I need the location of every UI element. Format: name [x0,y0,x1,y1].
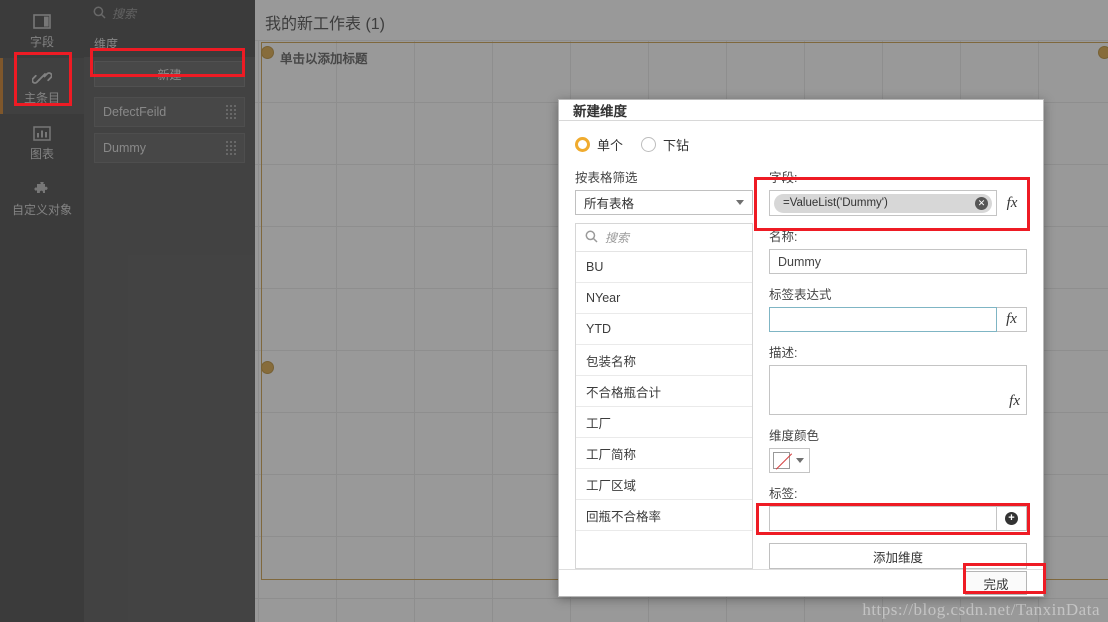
radio-single-label: 单个 [597,138,624,153]
chevron-down-icon [736,200,744,205]
list-item[interactable]: 不合格瓶合计 [576,376,752,407]
field-label: 字段: [769,171,798,185]
label-expression-fx-button[interactable]: fx [997,307,1027,332]
list-item[interactable]: BU [576,252,752,283]
field-browser-column: 按表格筛选 所有表格 搜索 BU NYear YTD 包装名称 不合格瓶合计 工… [575,167,753,569]
name-input[interactable]: Dummy [769,249,1027,274]
field-search-placeholder: 搜索 [605,231,630,245]
tag-input[interactable] [769,506,997,531]
list-item[interactable]: NYear [576,283,752,314]
label-expression-label: 标签表达式 [769,288,832,302]
description-fx-button[interactable]: fx [1009,393,1020,410]
description-label: 描述: [769,346,798,360]
radio-single-indicator [575,137,590,152]
tags-row: + [769,506,1027,531]
dialog-body: 单个 下钻 按表格筛选 所有表格 搜索 BU NYear YTD 包装名称 不合… [559,121,1043,569]
label-expression-row: fx [769,307,1027,332]
filter-by-table-label: 按表格筛选 [575,171,638,185]
dimension-color-picker[interactable] [769,448,810,473]
name-label: 名称: [769,230,798,244]
list-item[interactable]: 工厂区域 [576,469,752,500]
list-item[interactable]: 工厂 [576,407,752,438]
label-expression-input[interactable] [769,307,997,332]
field-fx-button[interactable]: fx [997,190,1027,216]
tags-label: 标签: [769,487,798,501]
field-token[interactable]: =ValueList('Dummy') ✕ [774,193,992,213]
dialog-footer: 完成 [559,569,1043,596]
radio-drilldown[interactable]: 下钻 [641,135,689,154]
chevron-down-icon [796,458,804,463]
field-search-input[interactable]: 搜索 [576,224,752,252]
radio-drilldown-indicator [641,137,657,152]
table-filter-select[interactable]: 所有表格 [575,190,753,215]
list-item[interactable]: 工厂简称 [576,438,752,469]
color-swatch-none-icon [773,452,790,469]
dimension-properties-column: 字段: =ValueList('Dummy') ✕ fx 名称: Dummy 标… [769,167,1027,569]
field-list: 搜索 BU NYear YTD 包装名称 不合格瓶合计 工厂 工厂简称 工厂区域… [575,223,753,569]
list-item[interactable]: YTD [576,314,752,345]
plus-icon: + [1005,512,1018,525]
field-expression-input[interactable]: =ValueList('Dummy') ✕ [769,190,997,216]
search-icon [585,230,598,246]
dimension-type-radio-group: 单个 下钻 [575,135,1027,154]
add-tag-button[interactable]: + [997,506,1027,531]
list-item[interactable]: 包装名称 [576,345,752,376]
dialog-title: 新建维度 [559,100,1043,121]
field-expression-row: =ValueList('Dummy') ✕ fx [769,190,1027,216]
list-item[interactable]: 回瓶不合格率 [576,500,752,531]
radio-single[interactable]: 单个 [575,135,623,154]
description-input[interactable]: fx [769,365,1027,415]
done-button[interactable]: 完成 [965,571,1027,595]
dialog-columns: 按表格筛选 所有表格 搜索 BU NYear YTD 包装名称 不合格瓶合计 工… [575,167,1027,569]
clear-icon[interactable]: ✕ [975,196,988,210]
create-dimension-dialog: 新建维度 单个 下钻 按表格筛选 所有表格 搜索 BU NYear YTD 包装… [558,99,1044,597]
dimension-color-label: 维度颜色 [769,429,820,443]
add-dimension-button[interactable]: 添加维度 [769,543,1027,569]
table-filter-value: 所有表格 [584,197,635,211]
field-token-label: =ValueList('Dummy') [783,197,888,209]
watermark: https://blog.csdn.net/TanxinData [862,600,1100,619]
radio-drilldown-label: 下钻 [663,138,690,153]
